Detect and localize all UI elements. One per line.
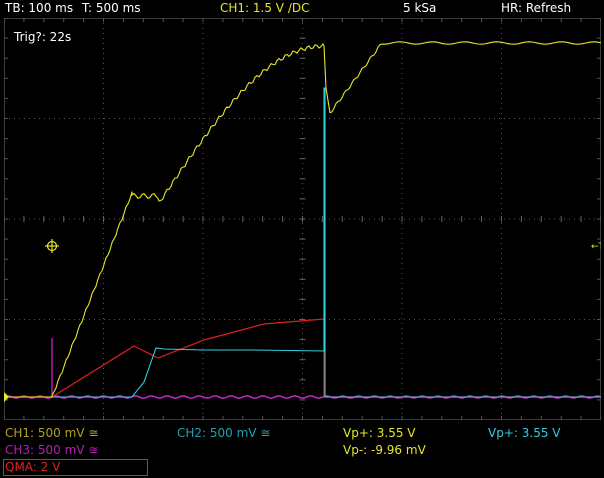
ch2-trace	[4, 87, 601, 398]
trigger-marker-right: ←T	[591, 242, 601, 252]
ch3-scale-label[interactable]: CH3: 500 mV ≅	[5, 443, 98, 457]
ch1-vp-minus-measurement: Vp-: -9.96 mV	[343, 443, 426, 457]
sample-rate-label: 5 kSa	[403, 1, 437, 15]
timebase-label[interactable]: TB: 100 ms	[5, 1, 73, 15]
ch1-vp-plus-measurement: Vp+: 3.55 V	[343, 426, 416, 440]
waveform-display[interactable]: ←T	[4, 18, 601, 420]
status-bar: TB: 100 ms T: 500 ms CH1: 1.5 V ∕DC 5 kS…	[0, 0, 604, 17]
qma-scale-label[interactable]: QMA: 2 V	[5, 460, 60, 474]
acquire-mode-label[interactable]: HR: Refresh	[501, 1, 571, 15]
ch1-scale-label[interactable]: CH1: 500 mV ≅	[5, 426, 98, 440]
ch2-vp-plus-measurement: Vp+: 3.55 V	[488, 426, 561, 440]
ch2-scale-label[interactable]: CH2: 500 mV ≅	[177, 426, 270, 440]
ch1-setting-label[interactable]: CH1: 1.5 V ∕DC	[220, 1, 309, 15]
ch1-ground-marker	[4, 392, 9, 402]
trigger-status: Trig?: 22s	[14, 30, 72, 44]
trigger-position-label[interactable]: T: 500 ms	[82, 1, 141, 15]
waveform-grid: ←T	[4, 18, 601, 420]
